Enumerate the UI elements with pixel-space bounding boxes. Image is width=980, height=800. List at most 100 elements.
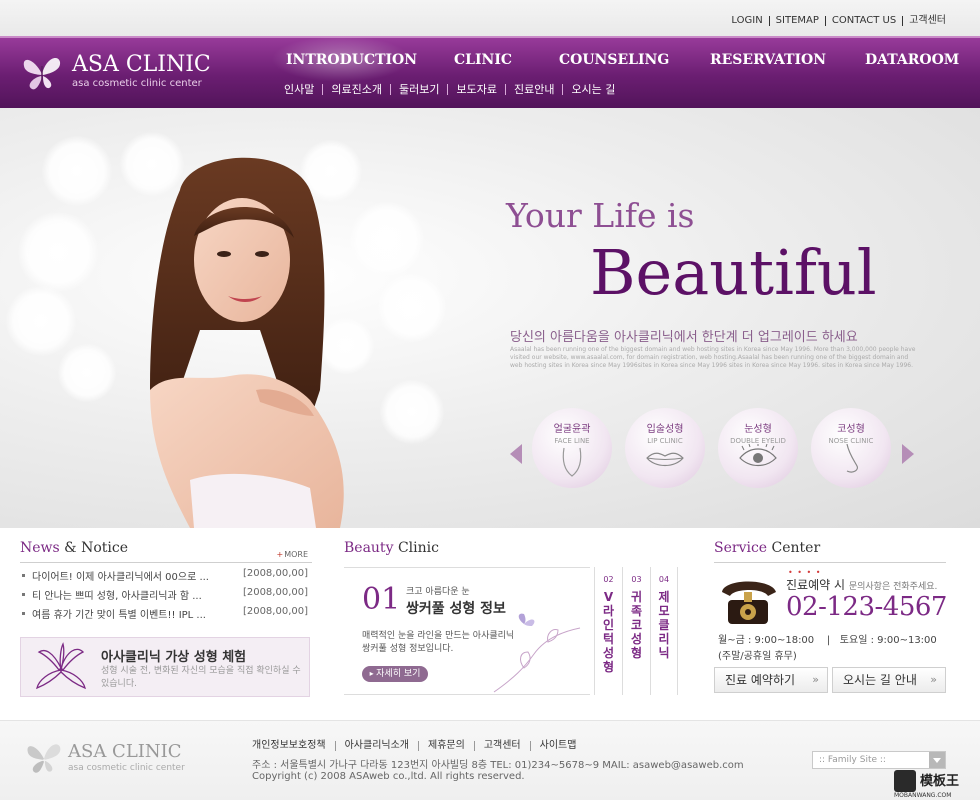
footer-link-sitemap[interactable]: 사이트맵 [529,741,586,751]
nav-introduction[interactable]: INTRODUCTION [265,34,417,84]
customer-center-link[interactable]: 고객센터 [902,16,952,26]
footer-link-privacy[interactable]: 개인정보보호정책 [252,741,335,751]
footer-link-partnership[interactable]: 제휴문의 [418,741,474,751]
telephone-icon [722,581,776,624]
service-nose-clinic[interactable]: 코성형 NOSE CLINIC [811,408,891,488]
family-site-value: :: Family Site :: [819,755,886,765]
site-logo[interactable]: ASA CLINIC asa cosmetic clinic center [20,50,220,96]
reservation-note: 문의사항은 전화주세요. [848,582,938,592]
chevron-down-icon [929,752,945,768]
beauty-tab-hair-removal[interactable]: 04 제모클리닉 [650,567,678,695]
sitemap-link[interactable]: SITEMAP [768,16,825,26]
bokeh-light [378,274,446,342]
news-notice-section: News & Notice MORE 다이어트! 이제 아사클리닉에서 00으로… [20,540,312,705]
subnav-greeting[interactable]: 인사말 [284,84,322,95]
beauty-title-accent: Beauty [344,540,394,556]
subnav-info[interactable]: 진료안내 [504,84,562,95]
nav-dataroom[interactable]: DATAROOM [865,52,959,68]
nav-counseling[interactable]: COUNSELING [559,52,669,68]
service-title-rest: Center [771,540,821,556]
beauty-tab-vline[interactable]: 02 V라인턱성형 [594,567,622,695]
service-label: 눈성형 [744,424,772,435]
beauty-clinic-section: Beauty Clinic 01 크고 아름다운 눈 쌍커풀 성형 정보 매력적… [344,540,690,705]
butterfly-icon [23,58,61,90]
site-header: ASA CLINIC asa cosmetic clinic center IN… [0,34,980,108]
news-item[interactable]: 티 안나는 쁘띠 성형, 아사클리닉과 함 ... [2008,00,00] [20,587,312,606]
business-hours: 월~금 : 9:00~18:00 | 토요일 : 9:00~13:00 [718,635,937,646]
more-details-button[interactable]: 자세히 보기 [362,666,428,682]
subnav-directions[interactable]: 오시는 길 [562,84,623,95]
tab-label: 귀족코성형 [630,590,643,660]
news-title-amp: & [64,540,77,556]
family-site-select[interactable]: :: Family Site :: [812,751,946,769]
news-item-title: 여름 휴가 기간 맞이 특별 이벤트!! IPL ... [32,610,206,621]
footer-brand-name: ASA CLINIC [68,741,182,762]
bokeh-light [58,344,116,402]
subnav-press[interactable]: 보도자료 [447,84,504,95]
news-list: 다이어트! 이제 아사클리닉에서 00으로 ... [2008,00,00] 티 … [20,568,312,625]
main-nav: INTRODUCTION CLINIC COUNSELING RESERVATI… [265,34,970,84]
promo-description: 성형 시술 전, 변화된 자신의 모습을 직접 확인하실 수 있습니다. [101,666,301,689]
hero-description: Asaalal has been running one of the bigg… [510,346,916,369]
tab-number: 02 [603,575,614,584]
news-title-accent: News [20,540,60,556]
hero-korean-tagline: 당신의 아름다움을 아사클리닉에서 한단계 더 업그레이드 하세요 [510,330,858,345]
tab-label: V라인턱성형 [602,590,615,674]
service-lip-clinic[interactable]: 입술성형 LIP CLINIC [625,408,705,488]
contact-us-link[interactable]: CONTACT US [824,16,902,26]
eye-icon [739,444,777,467]
reservation-label: 진료예약 시 문의사항은 전화주세요. [786,576,937,593]
bokeh-light [380,380,444,444]
news-item[interactable]: 다이어트! 이제 아사클리닉에서 00으로 ... [2008,00,00] [20,568,312,587]
feature-number: 01 [362,582,401,617]
site-footer: ASA CLINIC asa cosmetic clinic center 개인… [0,720,980,800]
news-item[interactable]: 여름 휴가 기간 맞이 특별 이벤트!! IPL ... [2008,00,00] [20,606,312,625]
beauty-title-rest: Clinic [397,540,439,556]
beauty-tab-nose[interactable]: 03 귀족코성형 [622,567,650,695]
bokeh-light [42,136,112,206]
login-link[interactable]: LOGIN [725,16,768,26]
hours-weekday: 월~금 : 9:00~18:00 [718,635,815,646]
brand-name: ASA CLINIC [72,52,211,77]
directions-button[interactable]: 오시는 길 안내 [832,667,946,693]
hero-tagline-2: Beautiful [590,236,877,309]
service-center-section: Service Center • • • • 진료예약 시 문의사항은 전화주세… [714,540,954,705]
footer-link-about[interactable]: 아사클리닉소개 [334,741,418,751]
beauty-feature-card[interactable]: 01 크고 아름다운 눈 쌍커풀 성형 정보 매력적인 눈을 라인을 만드는 아… [344,567,590,695]
footer-link-support[interactable]: 고객센터 [473,741,530,751]
subnav-doctors[interactable]: 의료진소개 [322,84,390,95]
feature-subtitle: 크고 아름다운 눈 [406,587,470,597]
subnav-tour[interactable]: 둘러보기 [389,84,447,95]
watermark: 模板王 MOBANWANG.COM [894,770,974,799]
nav-reservation[interactable]: RESERVATION [710,52,826,68]
service-double-eyelid[interactable]: 눈성형 DOUBLE EYELID [718,408,798,488]
model-photo [150,157,344,528]
service-label: 입술성형 [646,424,684,435]
butterfly-icon [27,744,61,773]
news-item-date: [2008,00,00] [242,568,308,579]
lily-flower-icon [36,642,86,690]
closed-days: (주말/공휴일 휴무) [718,651,797,662]
virtual-surgery-banner[interactable]: 아사클리닉 가상 성형 체험 성형 시술 전, 변화된 자신의 모습을 직접 확… [20,637,310,697]
hero-banner: Your Life is Beautiful 당신의 아름다움을 아사클리닉에서… [0,108,980,528]
header-highlight-line [0,36,980,38]
news-title-rest: Notice [81,540,128,556]
reservation-button[interactable]: 진료 예약하기 [714,667,828,693]
divider [20,562,312,563]
service-face-line[interactable]: 얼굴윤곽 FACE LINE [532,408,612,488]
nav-clinic[interactable]: CLINIC [454,52,512,68]
news-item-date: [2008,00,00] [242,587,308,598]
service-label: 얼굴윤곽 [553,424,591,435]
beauty-title: Beauty Clinic [344,540,690,556]
news-item-date: [2008,00,00] [242,606,308,617]
footer-logo[interactable]: ASA CLINIC asa cosmetic clinic center [24,739,224,779]
service-title-accent: Service [714,540,768,556]
tab-number: 04 [658,575,670,584]
watermark-url: MOBANWANG.COM [894,792,952,799]
news-more-link[interactable]: MORE [276,550,308,559]
carousel-next-arrow[interactable] [902,444,914,464]
sub-nav: 인사말 의료진소개 둘러보기 보도자료 진료안내 오시는 길 [284,84,623,95]
carousel-prev-arrow[interactable] [510,444,522,464]
service-label: 코성형 [837,424,865,435]
tab-label: 제모클리닉 [658,590,670,660]
